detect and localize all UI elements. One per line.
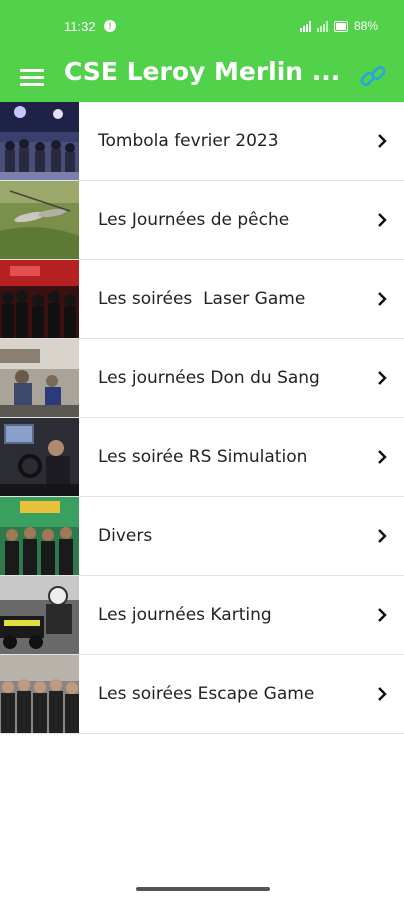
app-title: CSE Leroy Merlin ... <box>64 57 341 86</box>
chevron-right-icon <box>378 687 387 701</box>
wifi-signal-icon <box>316 20 328 32</box>
list-item[interactable]: Les soirées Escape Game <box>0 655 404 734</box>
home-indicator[interactable] <box>136 887 270 891</box>
item-label: Divers <box>98 526 153 546</box>
event-list: Tombola fevrier 2023 Les Journées de pêc… <box>0 102 404 734</box>
chevron-right-icon <box>378 529 387 543</box>
item-label: Tombola fevrier 2023 <box>98 131 279 151</box>
battery-level: 88% <box>353 19 378 33</box>
status-bar: 11:32 ! 88% <box>0 0 404 56</box>
item-label: Les journées Karting <box>98 605 272 625</box>
signal-icon <box>299 20 311 32</box>
event-crowd-photo <box>0 102 79 180</box>
list-item[interactable]: Les soirée RS Simulation <box>0 418 404 497</box>
chevron-right-icon <box>378 371 387 385</box>
item-label: Les soirées Escape Game <box>98 684 315 704</box>
list-item[interactable]: Divers <box>0 497 404 576</box>
chevron-right-icon <box>378 213 387 227</box>
escape-game-group-photo <box>0 655 79 733</box>
item-label: Les journées Don du Sang <box>98 368 320 388</box>
racing-simulator-photo <box>0 418 79 496</box>
list-item[interactable]: Les Journées de pêche <box>0 181 404 260</box>
battery-icon <box>333 20 348 32</box>
chevron-right-icon <box>378 450 387 464</box>
item-label: Les soirée RS Simulation <box>98 447 308 467</box>
item-label: Les Journées de pêche <box>98 210 290 230</box>
list-item[interactable]: Les journées Don du Sang <box>0 339 404 418</box>
link-icon[interactable] <box>358 61 388 91</box>
chevron-right-icon <box>378 134 387 148</box>
karting-photo <box>0 576 79 654</box>
group-photo <box>0 497 79 575</box>
item-label: Les soirées Laser Game <box>98 289 306 309</box>
notification-alert-icon: ! <box>104 20 116 32</box>
list-item[interactable]: Les soirées Laser Game <box>0 260 404 339</box>
status-indicators: 88% <box>299 19 378 33</box>
status-time: 11:32 <box>64 19 96 34</box>
laser-game-group-photo <box>0 260 79 338</box>
app-bar: CSE Leroy Merlin ... <box>0 56 404 102</box>
list-item[interactable]: Tombola fevrier 2023 <box>0 102 404 181</box>
fishing-photo <box>0 181 79 259</box>
hamburger-menu-icon[interactable] <box>18 64 46 92</box>
blood-donation-photo <box>0 339 79 417</box>
list-item[interactable]: Les journées Karting <box>0 576 404 655</box>
chevron-right-icon <box>378 292 387 306</box>
chevron-right-icon <box>378 608 387 622</box>
